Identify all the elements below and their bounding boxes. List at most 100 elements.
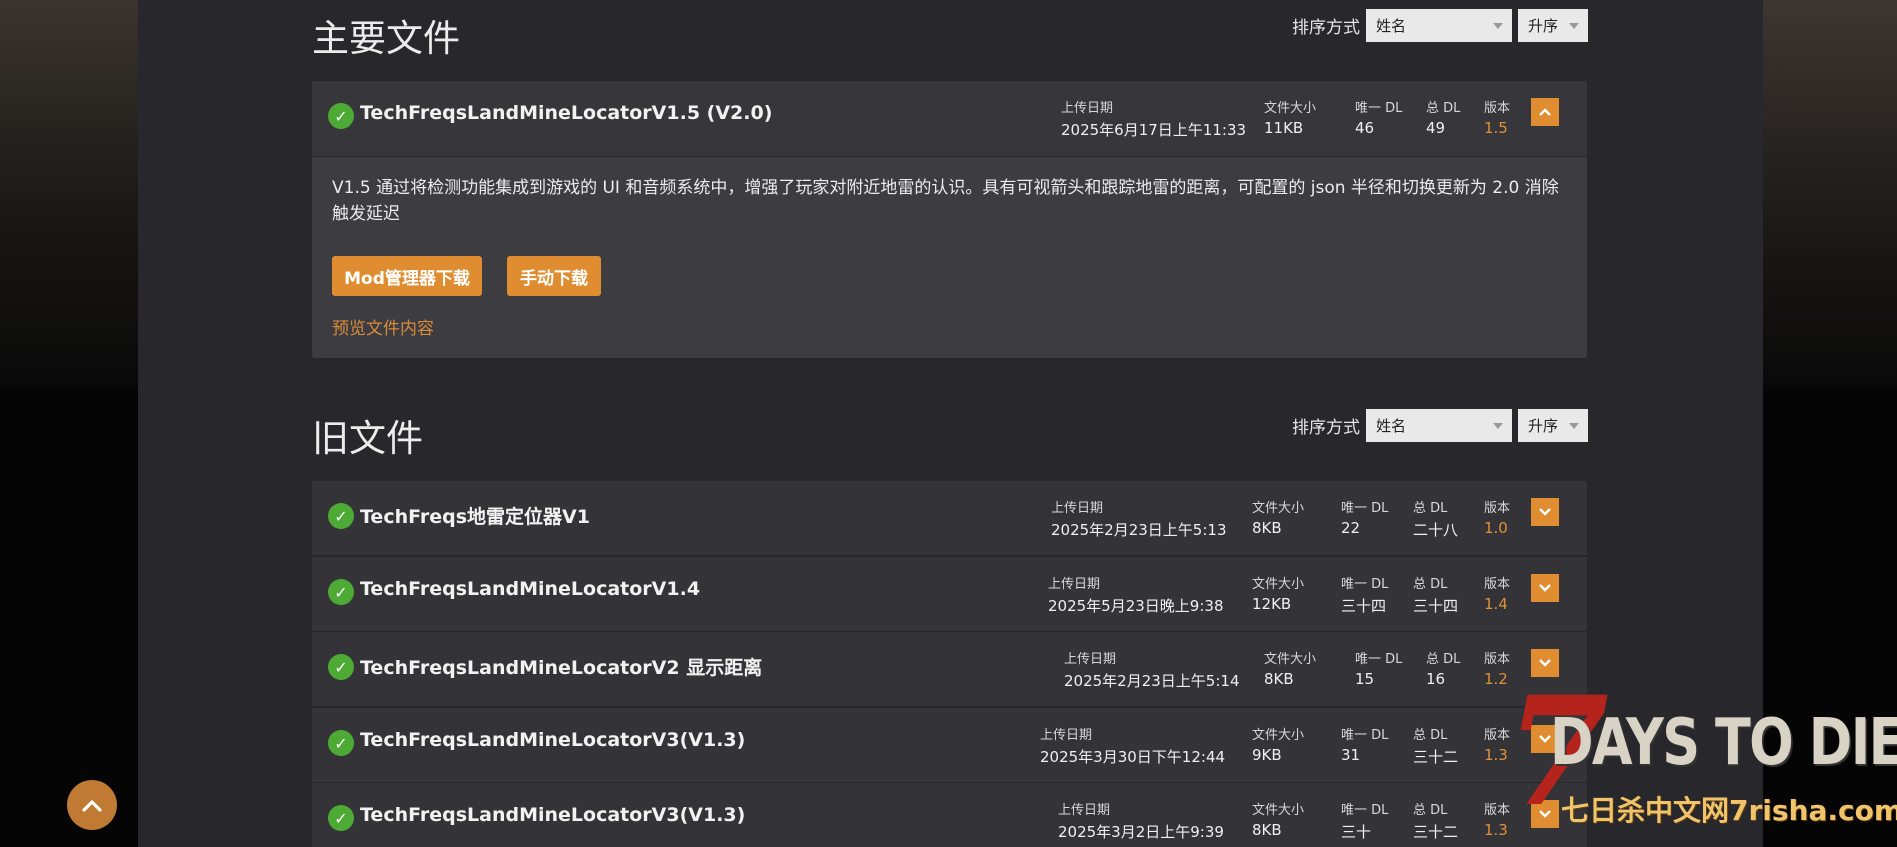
total-dl-value: 三十二: [1413, 748, 1459, 766]
file-size-meta: 文件大小 9KB: [1252, 724, 1304, 764]
collapse-toggle-button[interactable]: [1531, 98, 1559, 126]
version-label: 版本: [1484, 101, 1511, 116]
unique-dl-meta: 唯一 DL 22: [1341, 497, 1388, 537]
version-meta: 版本 1.4: [1484, 573, 1510, 613]
sort-order-select[interactable]: 升序: [1518, 8, 1588, 42]
old-file-row[interactable]: ✓ TechFreqsLandMineLocatorV3(V1.3) 上传日期 202…: [312, 708, 1587, 783]
total-dl-meta: 总 DL 三十二: [1413, 799, 1458, 842]
unique-dl-label: 唯一 DL: [1341, 577, 1389, 592]
file-name: TechFreqsLandMineLocatorV3(V1.3): [360, 804, 746, 826]
check-icon: ✓: [328, 103, 354, 129]
sort-by-value: 姓名: [1376, 416, 1407, 435]
expand-toggle-button[interactable]: [1531, 498, 1559, 526]
unique-dl-label: 唯一 DL: [1341, 501, 1389, 516]
version-value: 1.0: [1484, 519, 1508, 537]
sort-by-select[interactable]: 姓名: [1366, 408, 1512, 442]
main-sort-bar: 排序方式 姓名 升序: [1292, 8, 1588, 42]
total-dl-value: 49: [1426, 119, 1446, 137]
total-dl-value: 三十二: [1413, 823, 1459, 841]
total-dl-meta: 总 DL 三十二: [1413, 724, 1458, 767]
upload-date-label: 上传日期: [1048, 577, 1101, 592]
file-name: TechFreqsLandMineLocatorV2 显示距离: [360, 657, 763, 679]
sort-by-select[interactable]: 姓名: [1366, 8, 1512, 42]
total-dl-label: 总 DL: [1426, 652, 1461, 667]
version-value: 1.4: [1484, 595, 1508, 613]
upload-date-meta: 上传日期 2025年2月23日上午5:13: [1051, 497, 1227, 540]
caret-down-icon: [1493, 422, 1503, 429]
sort-by-value: 姓名: [1376, 16, 1407, 35]
total-dl-label: 总 DL: [1413, 728, 1448, 743]
total-dl-label: 总 DL: [1413, 501, 1448, 516]
file-size-value: 9KB: [1252, 746, 1282, 764]
main-file-details: V1.5 通过将检测功能集成到游戏的 UI 和音频系统中，增强了玩家对附近地雷的…: [312, 157, 1587, 358]
upload-date-meta: 上传日期 2025年5月23日晚上9:38: [1048, 573, 1224, 616]
unique-dl-value: 15: [1355, 670, 1375, 688]
file-name: TechFreqsLandMineLocatorV1.4: [360, 578, 701, 600]
version-label: 版本: [1484, 501, 1511, 516]
file-size-meta: 文件大小 8KB: [1264, 648, 1316, 688]
file-name: TechFreqs地雷定位器V1: [360, 506, 590, 528]
total-dl-value: 三十四: [1413, 597, 1459, 615]
main-files-title: 主要文件: [312, 17, 460, 60]
version-value: 1.5: [1484, 119, 1508, 137]
total-dl-value: 16: [1426, 670, 1446, 688]
scroll-to-top-button[interactable]: [67, 780, 117, 830]
mod-manager-download-button[interactable]: Mod管理器下载: [332, 256, 482, 296]
upload-date-value: 2025年3月30日下午12:44: [1040, 748, 1226, 766]
unique-dl-meta: 唯一 DL 31: [1341, 724, 1388, 764]
upload-date-meta: 上传日期 2025年3月2日上午9:39: [1058, 799, 1224, 842]
total-dl-meta: 总 DL 16: [1426, 648, 1460, 688]
chevron-up-icon: [82, 800, 102, 812]
manual-download-button[interactable]: 手动下载: [507, 256, 601, 296]
old-file-row[interactable]: ✓ TechFreqsLandMineLocatorV1.4 上传日期 2025年5月…: [312, 557, 1587, 632]
upload-date-label: 上传日期: [1058, 803, 1111, 818]
upload-date-label: 上传日期: [1051, 501, 1104, 516]
total-dl-label: 总 DL: [1426, 101, 1461, 116]
logo-title: DAYS TO DIE: [1550, 706, 1897, 780]
upload-date-value: 2025年2月23日上午5:14: [1064, 672, 1240, 690]
file-size-value: 8KB: [1252, 821, 1282, 839]
upload-date-meta: 上传日期 2025年2月23日上午5:14: [1064, 648, 1240, 691]
check-icon: ✓: [328, 730, 354, 756]
caret-down-icon: [1569, 422, 1579, 429]
upload-date-value: 2025年6月17日上午11:33: [1061, 121, 1247, 139]
old-file-row[interactable]: ✓ TechFreqsLandMineLocatorV2 显示距离 上传日期 2025…: [312, 632, 1587, 707]
check-icon: ✓: [328, 805, 354, 831]
sort-order-select[interactable]: 升序: [1518, 408, 1588, 442]
total-dl-meta: 总 DL 49: [1426, 97, 1460, 137]
preview-file-contents-link[interactable]: 预览文件内容: [332, 314, 434, 339]
sort-order-value: 升序: [1528, 416, 1559, 435]
total-dl-value: 二十八: [1413, 521, 1459, 539]
old-file-row[interactable]: ✓ TechFreqs地雷定位器V1 上传日期 2025年2月23日上午5:13 文件大…: [312, 481, 1587, 556]
file-description: V1.5 通过将检测功能集成到游戏的 UI 和音频系统中，增强了玩家对附近地雷的…: [332, 178, 1559, 224]
unique-dl-value: 三十四: [1341, 597, 1387, 615]
upload-date-meta: 上传日期 2025年6月17日上午11:33: [1061, 97, 1246, 140]
unique-dl-value: 三十: [1341, 823, 1372, 841]
file-size-meta: 文件大小 8KB: [1252, 497, 1304, 537]
upload-date-label: 上传日期: [1040, 728, 1093, 743]
version-meta: 版本 1.0: [1484, 497, 1510, 537]
file-size-meta: 文件大小 12KB: [1252, 573, 1304, 613]
upload-date-label: 上传日期: [1064, 652, 1117, 667]
chevron-up-icon: [1539, 108, 1551, 116]
unique-dl-label: 唯一 DL: [1355, 652, 1403, 667]
old-file-row[interactable]: ✓ TechFreqsLandMineLocatorV3(V1.3) 上传日期 202…: [312, 783, 1587, 847]
expand-toggle-button[interactable]: [1531, 574, 1559, 602]
page-background-left: [0, 0, 138, 847]
upload-date-label: 上传日期: [1061, 101, 1114, 116]
chevron-down-icon: [1539, 584, 1551, 592]
unique-dl-label: 唯一 DL: [1355, 101, 1403, 116]
total-dl-meta: 总 DL 二十八: [1413, 497, 1458, 540]
version-label: 版本: [1484, 577, 1511, 592]
total-dl-label: 总 DL: [1413, 577, 1448, 592]
chevron-down-icon: [1539, 508, 1551, 516]
main-file-row[interactable]: ✓ TechFreqsLandMineLocatorV1.5 (V2.0) 上传…: [312, 81, 1587, 157]
file-size-label: 文件大小: [1252, 803, 1305, 818]
upload-date-value: 2025年3月2日上午9:39: [1058, 823, 1224, 841]
version-meta: 版本 1.5: [1484, 97, 1510, 137]
unique-dl-meta: 唯一 DL 三十: [1341, 799, 1388, 842]
unique-dl-label: 唯一 DL: [1341, 728, 1389, 743]
unique-dl-label: 唯一 DL: [1341, 803, 1389, 818]
unique-dl-meta: 唯一 DL 三十四: [1341, 573, 1388, 616]
site-logo: 7 DAYS TO DIE 七日杀中文网7risha.com: [1505, 677, 1897, 847]
